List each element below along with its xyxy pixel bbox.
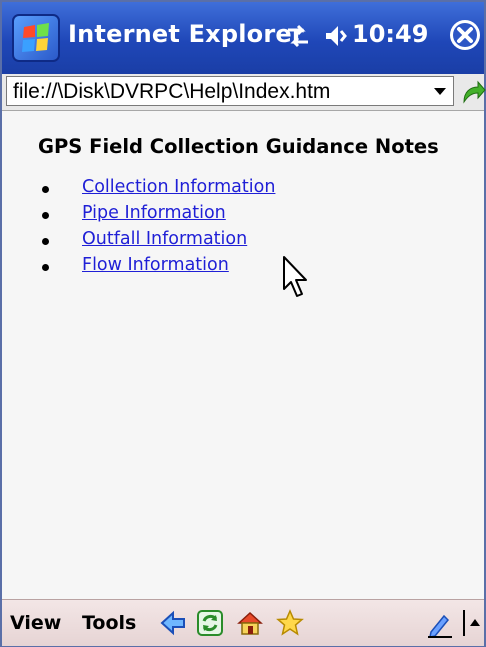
input-panel-icon[interactable] <box>426 610 454 638</box>
bullet <box>42 238 49 245</box>
tools-menu[interactable]: Tools <box>82 612 136 634</box>
list-item: Outfall Information <box>42 229 275 255</box>
go-arrow-icon[interactable] <box>458 78 486 106</box>
bullet <box>42 186 49 193</box>
title-bar: Internet Explorer 10:49 <box>2 2 484 74</box>
view-menu[interactable]: View <box>10 612 61 634</box>
address-url[interactable]: file://\Disk\DVRPC\Help\Index.htm <box>13 80 330 104</box>
bullet <box>42 212 49 219</box>
app-title: Internet Explorer <box>68 20 304 48</box>
pocket-pc-window: Internet Explorer 10:49 file://\Disk\DVR… <box>0 0 486 647</box>
windows-start-icon[interactable] <box>12 14 60 62</box>
address-bar: file://\Disk\DVRPC\Help\Index.htm <box>2 74 486 111</box>
connectivity-icon[interactable] <box>282 20 314 52</box>
home-icon[interactable] <box>236 609 264 637</box>
bullet <box>42 264 49 271</box>
link-list: Collection Information Pipe Information … <box>42 177 275 281</box>
flow-information-link[interactable]: Flow Information <box>82 255 229 275</box>
page-title: GPS Field Collection Guidance Notes <box>38 135 439 158</box>
pipe-information-link[interactable]: Pipe Information <box>82 203 226 223</box>
dropdown-arrow-icon[interactable] <box>427 77 453 105</box>
list-item: Pipe Information <box>42 203 275 229</box>
address-input[interactable]: file://\Disk\DVRPC\Help\Index.htm <box>6 76 454 106</box>
page-content: GPS Field Collection Guidance Notes Coll… <box>2 111 484 583</box>
close-icon[interactable] <box>448 18 482 52</box>
back-icon[interactable] <box>159 609 187 637</box>
clock[interactable]: 10:49 <box>352 20 428 48</box>
volume-icon[interactable] <box>320 20 352 52</box>
outfall-information-link[interactable]: Outfall Information <box>82 229 247 249</box>
command-bar: View Tools <box>2 599 484 646</box>
refresh-icon[interactable] <box>196 609 224 637</box>
list-item: Collection Information <box>42 177 275 203</box>
input-arrow-icon[interactable] <box>462 608 480 638</box>
favorites-icon[interactable] <box>276 609 304 637</box>
mouse-cursor-icon <box>283 256 307 297</box>
collection-information-link[interactable]: Collection Information <box>82 177 275 197</box>
list-item: Flow Information <box>42 255 275 281</box>
